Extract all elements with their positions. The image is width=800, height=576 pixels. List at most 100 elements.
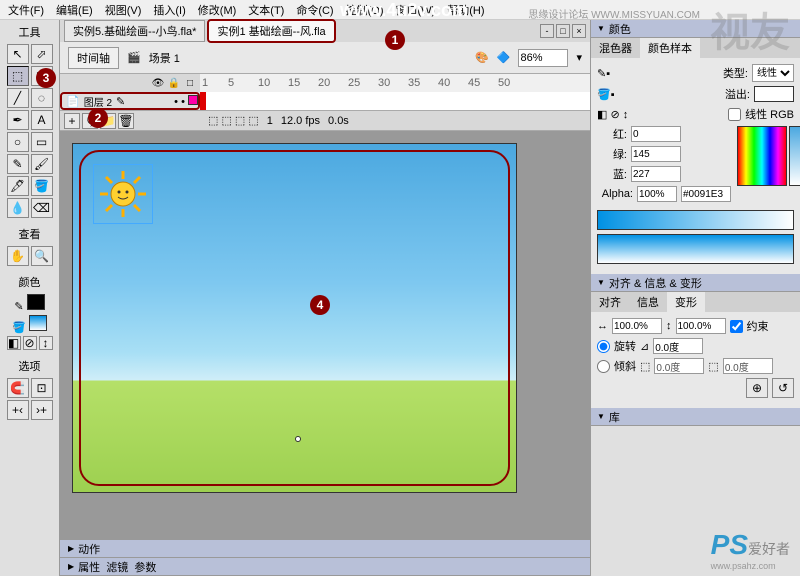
delete-layer-btn[interactable]: 🗑 [118, 113, 134, 129]
color-section-label: 颜色 [4, 274, 55, 290]
actions-panel-header[interactable]: 动作 [60, 540, 590, 558]
lock-icon[interactable]: 🔒 [168, 77, 180, 89]
outline-icon[interactable]: □ [184, 77, 196, 89]
align-panel-header[interactable]: 对齐 & 信息 & 变形 [591, 274, 800, 292]
align-tab[interactable]: 对齐 [591, 292, 629, 312]
transform-tab[interactable]: 变形 [667, 292, 705, 312]
copy-transform-btn[interactable]: ⊕ [746, 378, 768, 398]
option-3[interactable]: +‹ [7, 400, 29, 420]
height-icon: ↕ [666, 320, 672, 332]
layer-name[interactable]: 图层 2 [84, 94, 112, 109]
edit-symbol-icon[interactable]: 🔷 [497, 51, 511, 64]
properties-panel-header[interactable]: 属性 滤镜 参数 [60, 558, 590, 576]
green-label: 绿: [597, 146, 627, 162]
rotate-input[interactable] [653, 338, 703, 354]
height-input[interactable] [676, 318, 726, 334]
library-panel-header[interactable]: 库 [591, 408, 800, 426]
menu-modify[interactable]: 修改(M) [198, 2, 237, 17]
filter-tab[interactable]: 滤镜 [106, 559, 128, 575]
paint-bucket-tool[interactable]: 🪣 [31, 176, 53, 196]
red-input[interactable] [631, 126, 681, 142]
menu-command[interactable]: 命令(C) [296, 2, 333, 17]
option-4[interactable]: ›+ [31, 400, 53, 420]
black-white-btn[interactable]: ◧ [7, 336, 21, 350]
pencil-tool[interactable]: ✎ [7, 154, 29, 174]
skew-radio[interactable] [597, 360, 610, 373]
swap-colors-btn[interactable]: ↕ [39, 336, 53, 350]
gradient-ramp[interactable] [597, 234, 794, 264]
subselection-tool[interactable]: ⬀ [31, 44, 53, 64]
no-color-btn[interactable]: ⊘ [23, 336, 37, 350]
prop-tab[interactable]: 属性 [78, 559, 100, 575]
rectangle-tool[interactable]: ▭ [31, 132, 53, 152]
free-transform-tool[interactable]: ⬚ [7, 66, 29, 86]
swatch-tab[interactable]: 颜色样本 [640, 38, 700, 58]
gradient-type-select[interactable]: 线性 [752, 64, 794, 82]
param-tab[interactable]: 参数 [134, 559, 156, 575]
hue-picker[interactable] [737, 126, 787, 186]
color-panel-body: ✎▪ 类型: 线性 🪣▪ 溢出: ◧ ⊘ ↕ 线性 RGB 红: 绿: [591, 58, 800, 274]
fill-color-swatch[interactable] [29, 315, 47, 331]
reset-transform-btn[interactable]: ↺ [772, 378, 794, 398]
badge-3: 3 [36, 68, 56, 88]
edit-scene-icon[interactable]: 🎨 [475, 51, 489, 64]
snap-option[interactable]: 🧲 [7, 378, 29, 398]
lasso-tool[interactable]: ◌ [31, 88, 53, 108]
stroke-color-tool[interactable]: ✎▪ [597, 67, 610, 80]
pen-tool[interactable]: ✒ [7, 110, 29, 130]
zoom-input[interactable] [518, 49, 568, 67]
option-2[interactable]: ⊡ [31, 378, 53, 398]
zoom-dropdown-icon[interactable]: ▾ [576, 51, 582, 64]
hex-input[interactable] [681, 186, 731, 202]
ink-bottle-tool[interactable]: 🖋 [7, 176, 29, 196]
frame-ruler[interactable]: 1 5 10 15 20 25 30 35 40 45 50 [200, 74, 590, 92]
canvas-area[interactable] [60, 131, 590, 539]
oval-tool[interactable]: ○ [7, 132, 29, 152]
frame-area-layer2[interactable] [200, 92, 590, 110]
doc-tab-1[interactable]: 实例5.基础绘画--小鸟.fla* [64, 20, 205, 42]
width-input[interactable] [612, 318, 662, 334]
eraser-tool[interactable]: ⌫ [31, 198, 53, 218]
rotate-radio[interactable] [597, 340, 610, 353]
zoom-tool[interactable]: 🔍 [31, 246, 53, 266]
mixer-tab[interactable]: 混色器 [591, 38, 640, 58]
brush-tool[interactable]: 🖌 [31, 154, 53, 174]
green-input[interactable] [631, 146, 681, 162]
add-layer-btn[interactable]: + [64, 113, 80, 129]
maximize-btn[interactable]: □ [556, 24, 570, 38]
overflow-select[interactable] [754, 86, 794, 102]
text-tool[interactable]: A [31, 110, 53, 130]
doc-tab-2[interactable]: 实例1 基础绘画--风.fla [207, 19, 335, 43]
menu-view[interactable]: 视图(V) [105, 2, 142, 17]
skew-h-input [654, 358, 704, 374]
scene-label[interactable]: 场景 1 [149, 50, 180, 66]
gradient-preview[interactable] [597, 210, 794, 230]
close-btn[interactable]: × [572, 24, 586, 38]
onion-skin-btns[interactable]: ⬚ ⬚ ⬚ ⬚ [208, 114, 259, 127]
show-hide-icon[interactable]: 👁 [152, 77, 164, 89]
menu-insert[interactable]: 插入(I) [153, 2, 185, 17]
hand-tool[interactable]: ✋ [7, 246, 29, 266]
angle-icon: ⊿ [640, 340, 649, 353]
menu-text[interactable]: 文本(T) [248, 2, 284, 17]
blue-input[interactable] [631, 166, 681, 182]
layer-2-row[interactable]: 📄 图层 2 ✎ • • [60, 92, 200, 110]
line-tool[interactable]: ╱ [7, 88, 29, 108]
fill-color-tool[interactable]: 🪣▪ [597, 88, 615, 101]
menu-file[interactable]: 文件(F) [8, 2, 44, 17]
info-tab[interactable]: 信息 [629, 292, 667, 312]
stroke-color-swatch[interactable] [27, 294, 45, 310]
color-mode-btns[interactable]: ◧ ⊘ ↕ [597, 108, 628, 121]
value-picker[interactable] [789, 126, 800, 186]
timeline-toggle-btn[interactable]: 时间轴 [68, 47, 119, 69]
menu-edit[interactable]: 编辑(E) [56, 2, 93, 17]
constrain-checkbox[interactable] [730, 320, 743, 333]
minimize-btn[interactable]: - [540, 24, 554, 38]
linear-rgb-checkbox[interactable] [728, 108, 741, 121]
eyedropper-tool[interactable]: 💧 [7, 198, 29, 218]
sun-symbol[interactable] [98, 169, 148, 219]
selection-tool[interactable]: ↖ [7, 44, 29, 64]
stage[interactable] [72, 143, 517, 493]
time-display: 0.0s [328, 115, 349, 127]
alpha-input[interactable] [637, 186, 677, 202]
